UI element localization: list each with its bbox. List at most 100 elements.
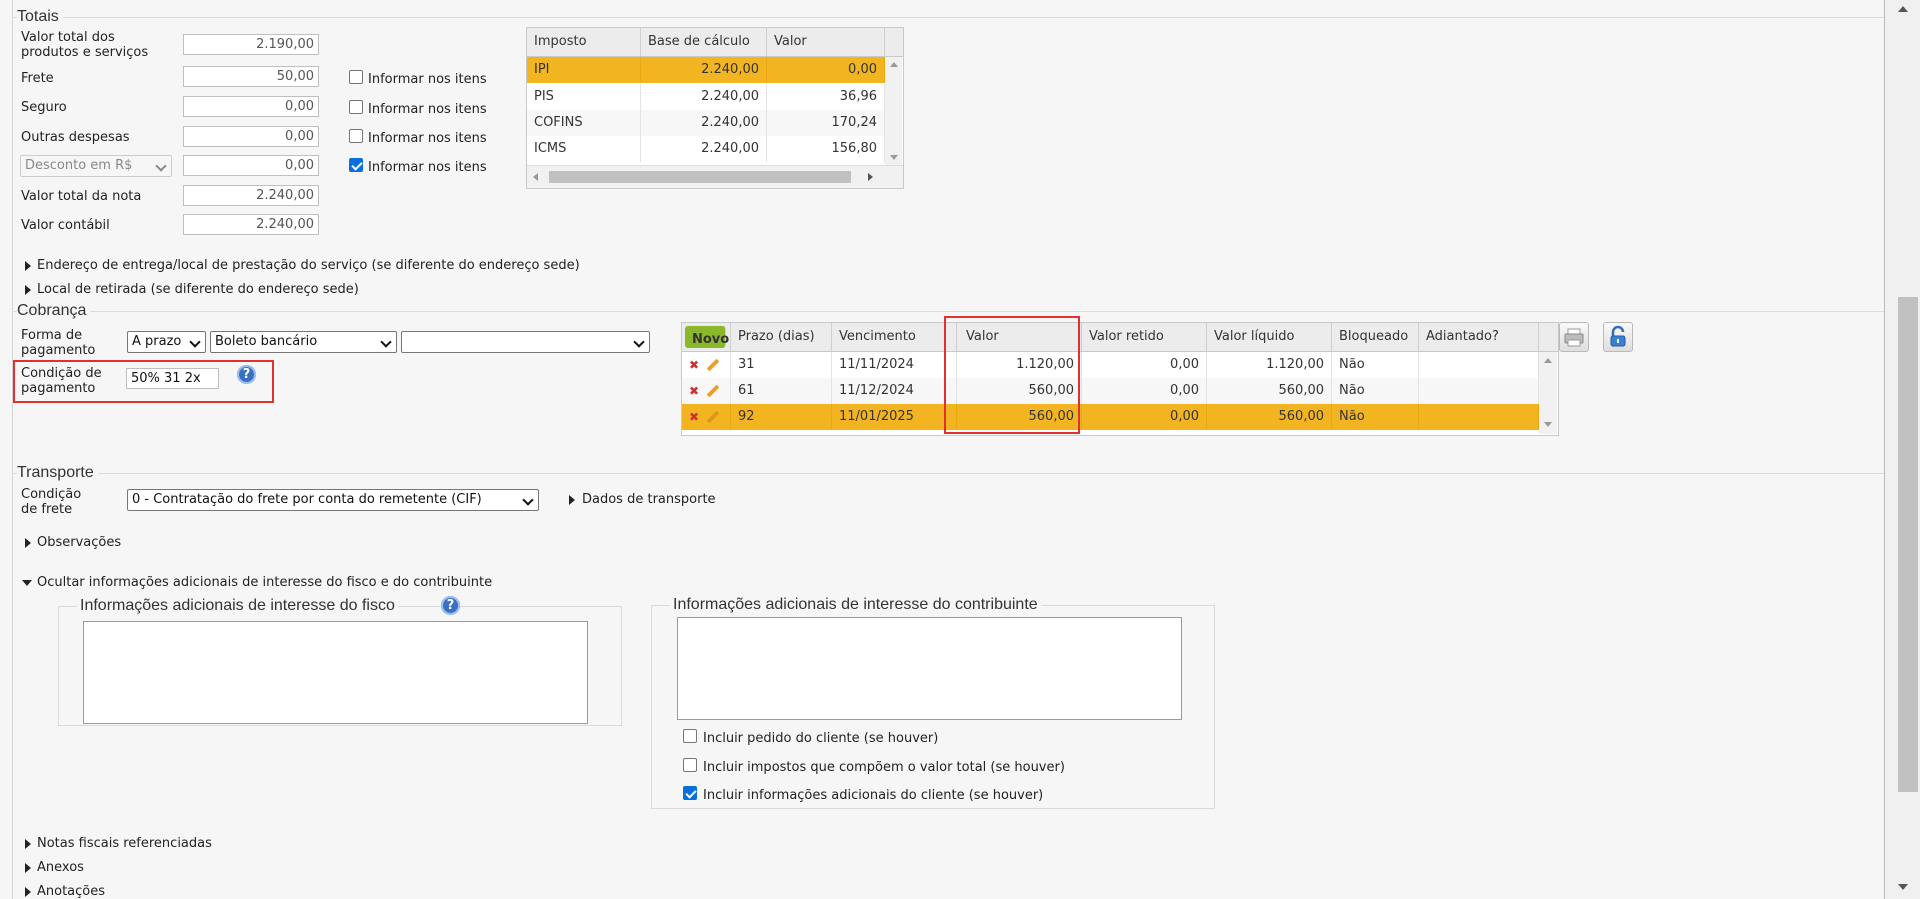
valor-contabil-field[interactable]: 2.240,00 (183, 214, 319, 235)
incluir-pedido-checkbox[interactable] (683, 729, 697, 743)
cell: 0,00 (1082, 404, 1207, 430)
incluir-info-cliente-checkbox[interactable] (683, 786, 697, 800)
expander-dados-transporte[interactable]: Dados de transporte (582, 492, 716, 507)
lock-button[interactable] (1603, 322, 1633, 352)
frete-field[interactable]: 50,00 (183, 66, 319, 87)
delete-icon[interactable]: ✖ (689, 410, 699, 424)
expand-arrow-icon[interactable] (569, 495, 575, 505)
expander-ocultar-info[interactable]: Ocultar informações adicionais de intere… (37, 575, 492, 590)
scroll-up-icon[interactable] (1544, 358, 1552, 363)
label-condicao-pagamento: Condição de pagamento (21, 366, 102, 396)
scroll-left-icon[interactable] (533, 173, 538, 181)
lock-icon (1610, 325, 1626, 347)
expander-local-retirada[interactable]: Local de retirada (se diferente do ender… (37, 282, 359, 297)
print-button[interactable] (1559, 322, 1589, 352)
informar-desconto-checkbox[interactable] (349, 158, 363, 172)
informar-seguro-label: Informar nos itens (368, 102, 487, 117)
valor-total-produtos-field[interactable]: 2.190,00 (183, 34, 319, 55)
table-row[interactable]: ICMS 2.240,00 156,80 (527, 136, 885, 162)
expander-anexos[interactable]: Anexos (37, 860, 84, 875)
col-imposto[interactable]: Imposto (527, 28, 641, 56)
scroll-right-icon[interactable] (868, 173, 873, 181)
cell: ICMS (527, 136, 641, 162)
cell: IPI (527, 57, 641, 83)
contribuinte-textarea[interactable] (677, 617, 1182, 720)
table-row[interactable]: ✖ 61 11/12/2024 560,00 0,00 560,00 Não (682, 378, 1539, 404)
col-valor-retido[interactable]: Valor retido (1082, 323, 1207, 351)
expander-endereco-entrega[interactable]: Endereço de entrega/local de prestação d… (37, 258, 580, 273)
cell: Não (1332, 352, 1419, 378)
valor-total-nota-field[interactable]: 2.240,00 (183, 185, 319, 206)
parcelas-grid: Novo Prazo (dias) Vencimento Valor Valor… (681, 322, 1559, 436)
col-valor-liquido[interactable]: Valor líquido (1207, 323, 1332, 351)
table-row[interactable]: COFINS 2.240,00 170,24 (527, 110, 885, 136)
expand-arrow-icon[interactable] (25, 538, 31, 548)
col-adiantado[interactable]: Adiantado? (1419, 323, 1539, 351)
page-scroll-thumb[interactable] (1898, 297, 1918, 792)
expand-arrow-icon[interactable] (25, 887, 31, 897)
scroll-up-button[interactable] (1886, 0, 1918, 18)
impostos-hscroll[interactable] (527, 165, 903, 188)
edit-pencil-icon[interactable] (706, 410, 720, 424)
seguro-field[interactable]: 0,00 (183, 96, 319, 117)
label-condicao-frete: Condição de frete (21, 487, 82, 517)
collapse-arrow-icon[interactable] (22, 580, 32, 586)
extra-pagamento-select[interactable] (401, 331, 650, 353)
hscroll-thumb[interactable] (549, 171, 851, 183)
contribuinte-title: Informações adicionais de interesse do c… (670, 596, 1041, 614)
delete-icon[interactable]: ✖ (689, 358, 699, 372)
fisco-textarea[interactable] (83, 621, 588, 724)
col-vencimento[interactable]: Vencimento (832, 323, 957, 351)
scroll-up-icon[interactable] (890, 62, 898, 67)
outras-despesas-field[interactable]: 0,00 (183, 126, 319, 147)
informar-frete-checkbox[interactable] (349, 70, 363, 84)
cell: PIS (527, 84, 641, 110)
incluir-impostos-checkbox[interactable] (683, 758, 697, 772)
expander-observacoes[interactable]: Observações (37, 535, 121, 550)
table-row[interactable]: ✖ 92 11/01/2025 560,00 0,00 560,00 Não (682, 404, 1539, 430)
desconto-field[interactable]: 0,00 (183, 155, 319, 176)
scroll-down-icon[interactable] (1544, 422, 1552, 427)
table-row[interactable]: PIS 2.240,00 36,96 (527, 84, 885, 110)
cell: Não (1332, 378, 1419, 404)
cell: 11/01/2025 (832, 404, 957, 430)
col-base-calculo[interactable]: Base de cálculo (641, 28, 767, 56)
condicao-frete-select[interactable]: 0 - Contratação do frete por conta do re… (127, 489, 539, 511)
expander-notas-referenciadas[interactable]: Notas fiscais referenciadas (37, 836, 212, 851)
table-row[interactable]: ✖ 31 11/11/2024 1.120,00 0,00 1.120,00 N… (682, 352, 1539, 378)
delete-icon[interactable]: ✖ (689, 384, 699, 398)
scroll-down-button[interactable] (1886, 878, 1918, 896)
condicao-pagamento-input[interactable]: 50% 31 2x (126, 368, 219, 389)
forma-pagamento-select[interactable]: A prazo (127, 331, 206, 353)
scroll-down-icon[interactable] (890, 155, 898, 160)
impostos-vscroll[interactable] (885, 57, 902, 165)
expand-arrow-icon[interactable] (25, 285, 31, 295)
expand-arrow-icon[interactable] (25, 863, 31, 873)
expand-arrow-icon[interactable] (25, 839, 31, 849)
cell (1419, 378, 1539, 404)
table-row[interactable]: IPI 2.240,00 0,00 (527, 57, 885, 83)
highlight-valor-column (944, 316, 1080, 434)
col-prazo[interactable]: Prazo (dias) (731, 323, 832, 351)
novo-button[interactable]: Novo (685, 326, 729, 348)
help-icon[interactable]: ? (441, 596, 460, 615)
informar-outras-checkbox[interactable] (349, 129, 363, 143)
col-bloqueado[interactable]: Bloqueado (1332, 323, 1419, 351)
edit-pencil-icon[interactable] (706, 358, 720, 372)
col-valor[interactable]: Valor (767, 28, 885, 56)
label-frete: Frete (21, 71, 54, 86)
informar-seguro-checkbox[interactable] (349, 100, 363, 114)
meio-pagamento-select[interactable]: Boleto bancário (210, 331, 397, 353)
row-actions: ✖ (682, 352, 731, 378)
cell: 2.240,00 (641, 84, 767, 110)
desconto-type-select[interactable]: Desconto em R$ (20, 155, 172, 177)
help-icon[interactable]: ? (237, 365, 256, 384)
expander-anotacoes[interactable]: Anotações (37, 884, 105, 899)
section-title-totais: Totais (17, 8, 63, 26)
scroll-up-icon (1898, 6, 1908, 12)
parcelas-vscroll[interactable] (1539, 352, 1557, 434)
chevron-down-icon (633, 336, 645, 348)
expand-arrow-icon[interactable] (25, 261, 31, 271)
chevron-down-icon (522, 494, 534, 506)
edit-pencil-icon[interactable] (706, 384, 720, 398)
